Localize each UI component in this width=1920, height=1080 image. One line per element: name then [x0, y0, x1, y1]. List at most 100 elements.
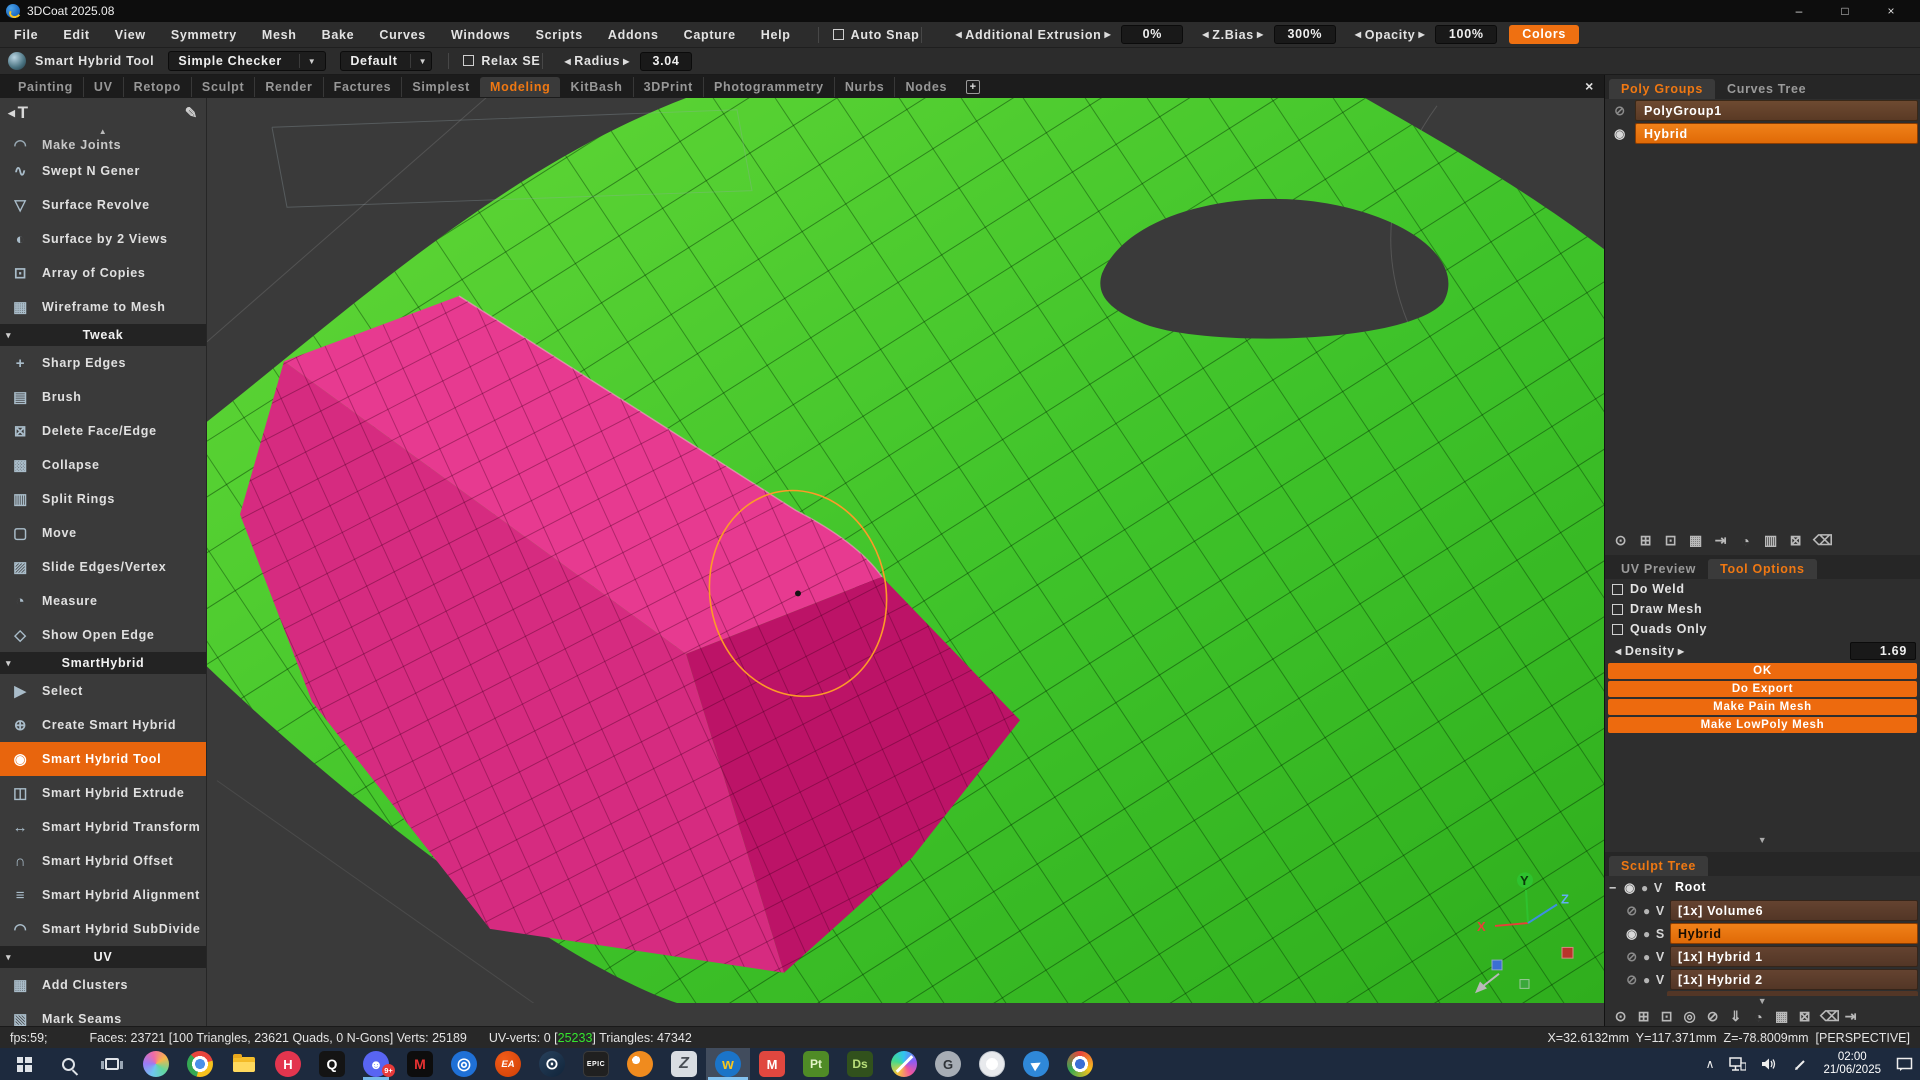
- tab-render[interactable]: Render: [254, 77, 322, 97]
- tab-nurbs[interactable]: Nurbs: [834, 77, 895, 97]
- checker-select[interactable]: Simple Checker ▼: [168, 51, 326, 71]
- maximize-button[interactable]: □: [1822, 0, 1868, 22]
- save-icon[interactable]: ⇓: [1728, 1008, 1744, 1025]
- close-panel-icon[interactable]: ×: [1585, 78, 1594, 94]
- menu-item-addons[interactable]: Addons: [608, 28, 659, 42]
- zbias-value[interactable]: 300%: [1274, 25, 1336, 44]
- density-spinner[interactable]: ◀ Density ▶ 1.69: [1605, 641, 1920, 661]
- taskbar-zbrush[interactable]: Z: [662, 1048, 706, 1080]
- visibility-off-icon[interactable]: ⊘: [1624, 972, 1640, 988]
- sidebar-item-smart-hybrid-alignment[interactable]: ≡Smart Hybrid Alignment: [0, 878, 206, 912]
- history-icon[interactable]: ◔: [1738, 533, 1754, 549]
- menu-item-symmetry[interactable]: Symmetry: [171, 28, 237, 42]
- density-value[interactable]: 1.69: [1850, 642, 1916, 660]
- grid-icon[interactable]: ▦: [1774, 1008, 1790, 1025]
- visibility-on-icon[interactable]: ◉: [1624, 926, 1640, 942]
- opacity-spinner[interactable]: ◀ Opacity ▶ 100%: [1352, 25, 1497, 44]
- sidebar-item-show-open-edge[interactable]: ◇Show Open Edge: [0, 618, 206, 652]
- viewport-3d[interactable]: X Y Z: [207, 98, 1604, 1026]
- visibility-on-icon[interactable]: ◉: [1622, 880, 1638, 896]
- colors-button[interactable]: Colors: [1509, 25, 1579, 44]
- trash-icon[interactable]: ⌫: [1820, 1008, 1836, 1025]
- taskbar-app-unknown-1[interactable]: [970, 1048, 1014, 1080]
- taskbar-steam[interactable]: ⊙: [530, 1048, 574, 1080]
- taskbar-copilot[interactable]: [134, 1048, 178, 1080]
- sidebar-item-measure[interactable]: ◔Measure: [0, 584, 206, 618]
- sidebar-item-create-smart-hybrid[interactable]: ⊕Create Smart Hybrid: [0, 708, 206, 742]
- menu-item-bake[interactable]: Bake: [322, 28, 355, 42]
- taskbar-search-button[interactable]: [46, 1048, 90, 1080]
- section-header-uv[interactable]: ▾UV: [0, 946, 206, 968]
- start-button[interactable]: [2, 1048, 46, 1080]
- radius-spinner[interactable]: ◀ Radius ▶ 3.04: [561, 52, 692, 71]
- hide-icon[interactable]: ⊘: [1705, 1008, 1721, 1025]
- sidebar-item-smart-hybrid-offset[interactable]: ∩Smart Hybrid Offset: [0, 844, 206, 878]
- sidebar-item-add-clusters[interactable]: ▦Add Clusters: [0, 968, 206, 1002]
- taskbar-hoyoplay[interactable]: H: [266, 1048, 310, 1080]
- tab-modeling[interactable]: Modeling: [480, 77, 560, 97]
- taskbar-app-unknown-3[interactable]: [1058, 1048, 1102, 1080]
- tree-row-volume6[interactable]: ⊘ ● V [1x] Volume6: [1605, 899, 1920, 922]
- tab-uv-preview[interactable]: UV Preview: [1609, 559, 1708, 579]
- make-lowpoly-mesh-button[interactable]: Make LowPoly Mesh: [1608, 717, 1917, 733]
- preset-select[interactable]: Default ▼: [340, 51, 432, 71]
- tab-sculpt[interactable]: Sculpt: [191, 77, 254, 97]
- tab-nodes[interactable]: Nodes: [894, 77, 957, 97]
- do-weld-checkbox[interactable]: Do Weld: [1605, 579, 1920, 599]
- taskbar-clock[interactable]: 02:00 21/06/2025: [1823, 1051, 1881, 1077]
- search-icon[interactable]: ⊙: [1613, 1008, 1629, 1025]
- mesh-grid-icon[interactable]: ▥: [1763, 532, 1779, 549]
- section-header-smarthybrid[interactable]: ▾SmartHybrid: [0, 652, 206, 674]
- additional-extrusion-value[interactable]: 0%: [1121, 25, 1183, 44]
- sidebar-item-smart-hybrid-extrude[interactable]: ◫Smart Hybrid Extrude: [0, 776, 206, 810]
- menu-item-view[interactable]: View: [115, 28, 146, 42]
- taskbar-msi-center[interactable]: M: [398, 1048, 442, 1080]
- visibility-on-icon[interactable]: ◉: [1609, 126, 1631, 142]
- pencil-icon[interactable]: ✎: [185, 104, 198, 122]
- tab-curves-tree[interactable]: Curves Tree: [1715, 79, 1818, 99]
- duplicate-icon[interactable]: ⊡: [1659, 1008, 1675, 1025]
- tab-uv[interactable]: UV: [83, 77, 123, 97]
- tree-scroll-down-icon[interactable]: ▼: [1605, 996, 1920, 1006]
- collapse-icon[interactable]: −: [1607, 881, 1619, 895]
- sidebar-item-smart-hybrid-subdivide[interactable]: ◠Smart Hybrid SubDivide: [0, 912, 206, 946]
- menu-item-scripts[interactable]: Scripts: [536, 28, 583, 42]
- delete-file-icon[interactable]: ⊠: [1797, 1008, 1813, 1025]
- sidebar-item-surface-revolve[interactable]: ▽Surface Revolve: [0, 188, 206, 222]
- sidebar-item-slide-edges-vertex[interactable]: ▨Slide Edges/Vertex: [0, 550, 206, 584]
- scroll-up-icon[interactable]: ▲: [0, 128, 206, 136]
- taskbar-krita[interactable]: [882, 1048, 926, 1080]
- sidebar-item-smart-hybrid-tool[interactable]: ◉Smart Hybrid Tool: [0, 742, 206, 776]
- menu-item-curves[interactable]: Curves: [379, 28, 426, 42]
- close-button[interactable]: ×: [1868, 0, 1914, 22]
- sidebar-item-make-joints[interactable]: ◠Make Joints: [0, 136, 206, 154]
- sidebar-item-array-of-copies[interactable]: ⊡Array of Copies: [0, 256, 206, 290]
- menu-item-edit[interactable]: Edit: [63, 28, 89, 42]
- tab-poly-groups[interactable]: Poly Groups: [1609, 79, 1715, 99]
- action-center-icon[interactable]: [1896, 1057, 1914, 1072]
- grid-icon[interactable]: ▦: [1688, 532, 1704, 549]
- target-icon[interactable]: ◎: [1682, 1008, 1698, 1025]
- panel-expand-icon[interactable]: ▼: [1605, 835, 1920, 845]
- taskbar-blender[interactable]: [618, 1048, 662, 1080]
- polygroup-row[interactable]: ⊘ PolyGroup1: [1605, 99, 1920, 122]
- tray-chevron-up-icon[interactable]: ∧: [1706, 1057, 1715, 1071]
- task-view-button[interactable]: [90, 1048, 134, 1080]
- sidebar-item-split-rings[interactable]: ▥Split Rings: [0, 482, 206, 516]
- taskbar-discord[interactable]: ☻9+: [354, 1048, 398, 1080]
- spinner-right-icon[interactable]: ▶: [1678, 647, 1685, 656]
- menu-item-help[interactable]: Help: [761, 28, 791, 42]
- ok-button[interactable]: OK: [1608, 663, 1917, 679]
- quads-only-checkbox[interactable]: Quads Only: [1605, 619, 1920, 639]
- add-icon[interactable]: ⊞: [1638, 532, 1654, 549]
- sidebar-item-select[interactable]: ▶Select: [0, 674, 206, 708]
- menu-item-windows[interactable]: Windows: [451, 28, 511, 42]
- taskbar-ubisoft-connect[interactable]: ◎: [442, 1048, 486, 1080]
- tab-3dprint[interactable]: 3DPrint: [633, 77, 703, 97]
- sidebar-item-delete-face-edge[interactable]: ⊠Delete Face/Edge: [0, 414, 206, 448]
- relax-se-checkbox[interactable]: Relax SE: [463, 54, 540, 68]
- radius-value[interactable]: 3.04: [640, 52, 692, 71]
- do-export-button[interactable]: Do Export: [1608, 681, 1917, 697]
- duplicate-icon[interactable]: ⊡: [1663, 532, 1679, 549]
- spinner-right-icon[interactable]: ▶: [1257, 30, 1264, 39]
